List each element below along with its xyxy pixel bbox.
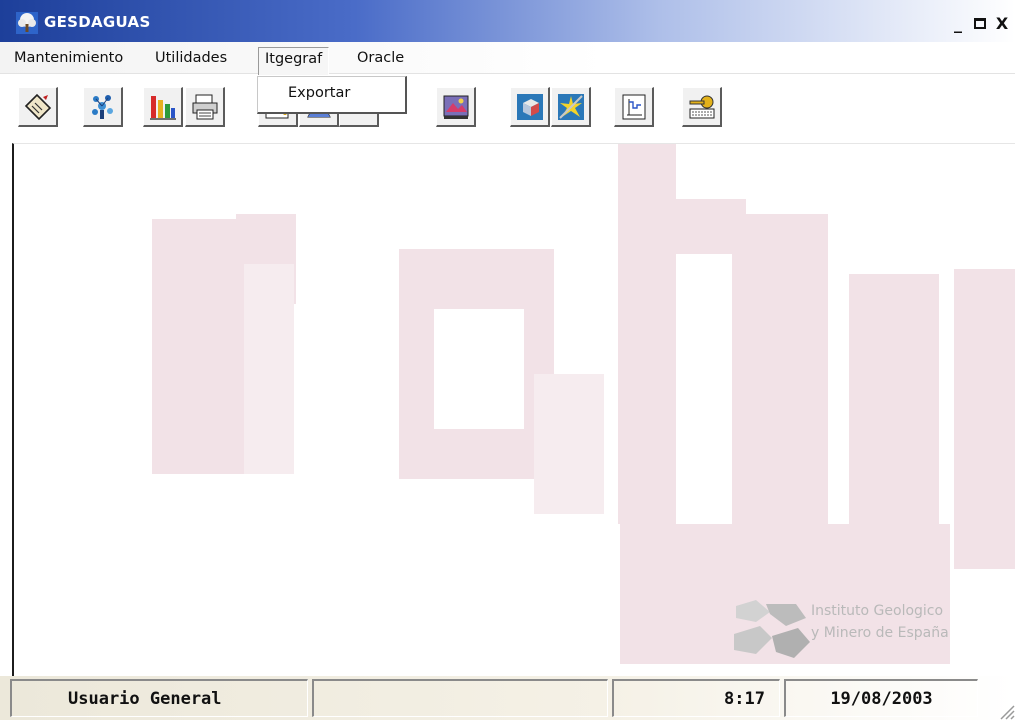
minimize-icon: _ — [954, 13, 962, 33]
background-watermark — [152, 144, 1015, 664]
igme-line-1: Instituto Geologico — [811, 603, 944, 619]
app-tree-icon — [16, 12, 38, 34]
starburst-icon — [557, 93, 584, 120]
graph-icon — [622, 94, 645, 119]
menu-bar: Mantenimiento Utilidades Itgegraf Oracle — [0, 42, 1015, 75]
bar-chart-icon — [149, 95, 176, 120]
igme-watermark-text: Instituto Geologico y Minero de España — [811, 600, 949, 644]
toolbar-button-tree[interactable] — [83, 87, 123, 127]
resize-grip-icon[interactable] — [993, 698, 1015, 720]
data-cube-icon — [516, 93, 543, 120]
toolbar-button-graph[interactable] — [614, 87, 654, 127]
toolbar-button-print[interactable] — [185, 87, 225, 127]
status-user-panel: Usuario General — [10, 679, 308, 717]
menu-utilidades[interactable]: Utilidades — [155, 50, 227, 66]
status-empty-panel — [312, 679, 608, 717]
photo-icon — [443, 95, 468, 119]
menu-mantenimiento[interactable]: Mantenimiento — [14, 50, 123, 66]
main-client-area: Instituto Geologico y Minero de España — [12, 143, 1015, 676]
toolbar-button-cube[interactable] — [510, 87, 550, 127]
toolbar-button-chart[interactable] — [143, 87, 183, 127]
status-date-panel: 19/08/2003 — [784, 679, 978, 717]
close-icon: X — [995, 13, 1009, 33]
key-icon — [689, 95, 714, 118]
menu-itgegraf[interactable]: Itgegraf — [258, 47, 330, 75]
printer-icon — [192, 94, 217, 119]
maximize-icon — [974, 17, 986, 29]
status-time-panel: 8:17 — [612, 679, 780, 717]
tree-network-icon — [91, 94, 113, 119]
toolbar-button-key[interactable] — [682, 87, 722, 127]
maximize-button[interactable] — [969, 12, 991, 34]
toolbar-button-star[interactable] — [551, 87, 591, 127]
toolbar — [0, 76, 1015, 144]
igme-line-2: y Minero de España — [811, 625, 949, 641]
menu-oracle[interactable]: Oracle — [357, 50, 404, 66]
itgegraf-dropdown-menu: Exportar — [257, 76, 407, 114]
status-time: 8:17 — [724, 688, 765, 709]
window-controls: _ X — [947, 12, 1013, 34]
status-bar: Usuario General 8:17 19/08/2003 — [0, 676, 1015, 720]
toolbar-button-photo[interactable] — [436, 87, 476, 127]
close-button[interactable]: X — [991, 12, 1013, 34]
status-user: Usuario General — [68, 688, 222, 709]
status-date: 19/08/2003 — [830, 688, 933, 709]
igme-logo-icon — [734, 600, 810, 658]
document-tool-icon — [24, 93, 51, 120]
title-bar[interactable]: GESDAGUAS _ X — [0, 0, 1015, 42]
window-title: GESDAGUAS — [44, 13, 151, 31]
menu-item-exportar[interactable]: Exportar — [288, 85, 350, 101]
toolbar-button-document[interactable] — [18, 87, 58, 127]
minimize-button[interactable]: _ — [947, 12, 969, 34]
